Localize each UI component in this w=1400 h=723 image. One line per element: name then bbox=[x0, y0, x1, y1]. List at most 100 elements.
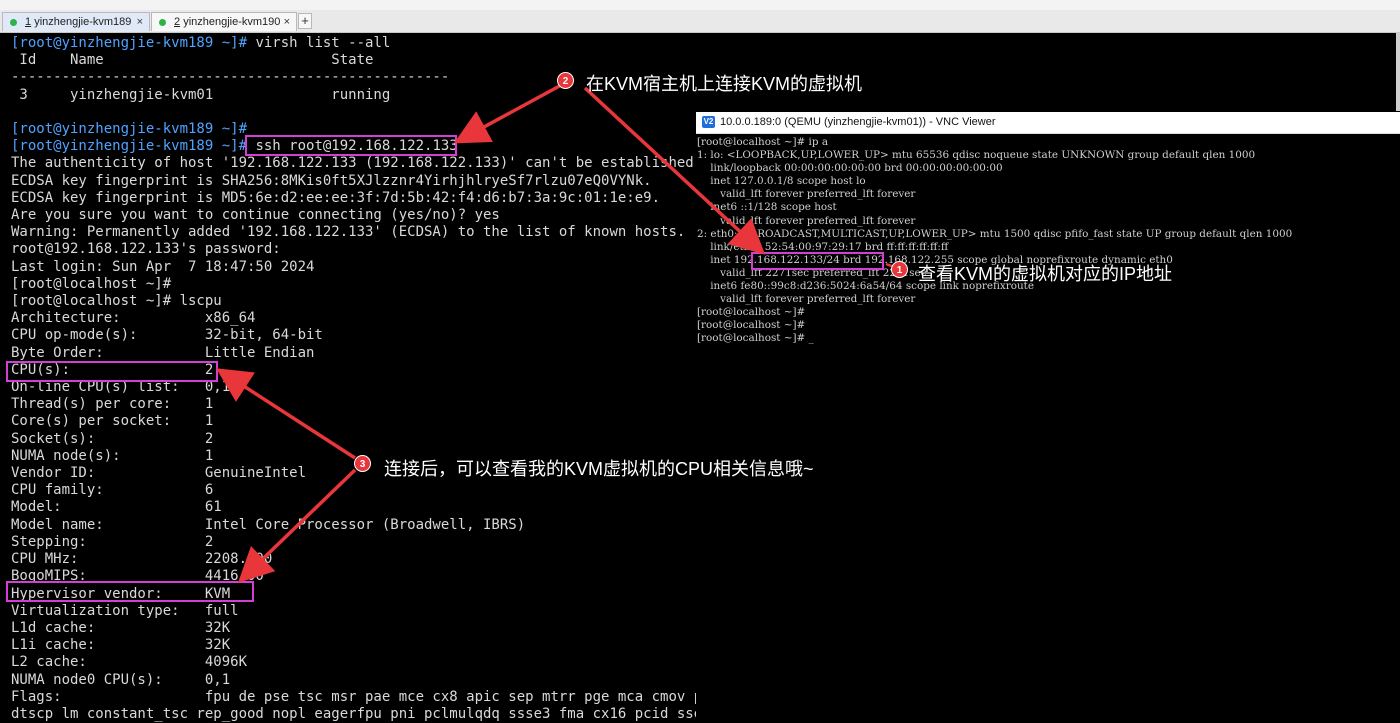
terminal-line: ECDSA key fingerprint is SHA256:8MKis0ft… bbox=[11, 173, 719, 190]
close-icon[interactable]: × bbox=[284, 13, 290, 31]
vnc-console-line: [root@localhost ~]# bbox=[697, 306, 806, 319]
line-text: [root@localhost ~]# lscpu bbox=[11, 293, 222, 310]
highlight-hypervisor-vendor bbox=[6, 581, 254, 602]
terminal-line: root@192.168.122.133's password: bbox=[11, 241, 719, 258]
note-cpu-info: 连接后，可以查看我的KVM虚拟机的CPU相关信息哦~ bbox=[384, 459, 814, 479]
line-text: dtscp lm constant_tsc rep_good nopl eage… bbox=[11, 705, 711, 722]
vnc-console-line: valid_lft forever preferred_lft forever bbox=[697, 293, 916, 306]
vnc-title: 10.0.0.189:0 (QEMU (yinzhengjie-kvm01)) … bbox=[720, 116, 996, 128]
add-tab-button[interactable]: + bbox=[298, 13, 312, 29]
line-text: root@192.168.122.133's password: bbox=[11, 241, 281, 258]
line-text: NUMA node0 CPU(s): 0,1 bbox=[11, 671, 231, 688]
line-text: ECDSA key fingerprint is MD5:6e:d2:ee:ee… bbox=[11, 189, 661, 206]
line-text: L1i cache: 32K bbox=[11, 637, 231, 654]
terminal-line: NUMA node0 CPU(s): 0,1 bbox=[11, 672, 719, 689]
line-text: Flags: fpu de pse tsc msr pae mce cx8 ap… bbox=[11, 688, 720, 705]
vnc-console-line: [root@localhost ~]# bbox=[697, 319, 806, 332]
vnc-console-line: [root@localhost ~]# ip a bbox=[697, 136, 829, 148]
line-text: virsh list --all bbox=[247, 35, 391, 51]
close-icon[interactable]: × bbox=[137, 13, 143, 31]
tab-label: yinzhengjie-kvm190 bbox=[183, 16, 281, 28]
tab-kvm189[interactable]: 1 yinzhengjie-kvm189 × bbox=[2, 12, 150, 31]
badge-2: 2 bbox=[557, 72, 574, 89]
terminal-line: Model name: Intel Core Processor (Broadw… bbox=[11, 517, 719, 534]
line-text: 3 yinzhengjie-kvm01 running bbox=[11, 86, 391, 103]
terminal-line: [root@localhost ~]# bbox=[11, 276, 719, 293]
line-text: Stepping: 2 bbox=[11, 533, 214, 550]
vnc-console-line: link/loopback 00:00:00:00:00:00 brd 00:0… bbox=[697, 162, 1003, 175]
line-text: CPU MHz: 2208.000 bbox=[11, 551, 273, 568]
line-text: CPU family: 6 bbox=[11, 482, 214, 499]
vnc-console-line: valid_lft forever preferred_lft forever bbox=[697, 188, 916, 201]
line-text: L1d cache: 32K bbox=[11, 619, 231, 636]
tab-number: 1 bbox=[25, 16, 32, 28]
terminal-line: Core(s) per socket: 1 bbox=[11, 413, 719, 430]
connected-status-icon bbox=[10, 19, 17, 26]
terminal-line: Model: 61 bbox=[11, 499, 719, 516]
terminal-line: Socket(s): 2 bbox=[11, 431, 719, 448]
line-text: NUMA node(s): 1 bbox=[11, 447, 214, 464]
terminal-line: Flags: fpu de pse tsc msr pae mce cx8 ap… bbox=[11, 689, 719, 706]
terminal-line: Stepping: 2 bbox=[11, 534, 719, 551]
terminal-line: [root@localhost ~]# lscpu bbox=[11, 293, 719, 310]
terminal-line: CPU op-mode(s): 32-bit, 64-bit bbox=[11, 327, 719, 344]
highlight-cpu-count bbox=[6, 361, 218, 382]
window-top-strip bbox=[0, 0, 1400, 10]
shell-prompt: [root@yinzhengjie-kvm189 ~]# bbox=[11, 138, 248, 155]
vnc-viewer-window[interactable]: V2 10.0.0.189:0 (QEMU (yinzhengjie-kvm01… bbox=[696, 112, 1400, 721]
badge-3: 3 bbox=[354, 455, 371, 472]
terminal-scrollbar[interactable] bbox=[1396, 33, 1400, 111]
line-text: Model name: Intel Core Processor (Broadw… bbox=[11, 516, 526, 533]
line-text: Byte Order: Little Endian bbox=[11, 344, 315, 361]
connected-status-icon bbox=[159, 19, 166, 26]
line-text: Thread(s) per core: 1 bbox=[11, 396, 214, 413]
terminal-line: L1d cache: 32K bbox=[11, 620, 719, 637]
vnc-console-line: 1: lo: <LOOPBACK,UP,LOWER_UP> mtu 65536 … bbox=[697, 149, 1256, 162]
terminal-line: dtscp lm constant_tsc rep_good nopl eage… bbox=[11, 706, 719, 723]
line-text: Id Name State bbox=[11, 52, 374, 69]
vnc-console-line: 2: eth0: <BROADCAST,MULTICAST,UP,LOWER_U… bbox=[697, 227, 1293, 240]
terminal-line: Architecture: x86_64 bbox=[11, 310, 719, 327]
vnc-title-bar[interactable]: V2 10.0.0.189:0 (QEMU (yinzhengjie-kvm01… bbox=[696, 112, 1400, 134]
line-text: Architecture: x86_64 bbox=[11, 310, 256, 327]
terminal-line: L2 cache: 4096K bbox=[11, 654, 719, 671]
badge-1: 1 bbox=[891, 261, 908, 278]
vnc-console-line: inet6 ::1/128 scope host bbox=[697, 201, 837, 214]
vnc-console-line: [root@localhost ~]# _ bbox=[697, 332, 814, 345]
terminal-line: Byte Order: Little Endian bbox=[11, 345, 719, 362]
highlight-ssh-command bbox=[245, 135, 457, 156]
line-text: Vendor ID: GenuineIntel bbox=[11, 465, 307, 482]
note-vm-ip: 查看KVM的虚拟机对应的IP地址 bbox=[918, 264, 1173, 284]
line-text: The authenticity of host '192.168.122.13… bbox=[11, 155, 703, 172]
tab-kvm190[interactable]: 2 yinzhengjie-kvm190 × bbox=[151, 12, 297, 31]
line-text: ----------------------------------------… bbox=[11, 69, 450, 86]
terminal-line: Last login: Sun Apr 7 18:47:50 2024 bbox=[11, 259, 719, 276]
terminal-line: L1i cache: 32K bbox=[11, 637, 719, 654]
tab-label: yinzhengjie-kvm189 bbox=[34, 16, 132, 28]
tab-number: 2 bbox=[174, 16, 181, 28]
line-text: Last login: Sun Apr 7 18:47:50 2024 bbox=[11, 258, 315, 275]
terminal-line: CPU MHz: 2208.000 bbox=[11, 551, 719, 568]
line-text: Warning: Permanently added '192.168.122.… bbox=[11, 224, 686, 241]
vnc-console-output: [root@localhost ~]# ip a 1: lo: <LOOPBACK… bbox=[697, 136, 1292, 346]
vnc-app-icon: V2 bbox=[702, 116, 715, 128]
line-text: CPU op-mode(s): 32-bit, 64-bit bbox=[11, 327, 323, 344]
line-text: Are you sure you want to continue connec… bbox=[11, 207, 500, 224]
shell-prompt: [root@yinzhengjie-kvm189 ~]# bbox=[11, 121, 248, 138]
vnc-console-line: inet 127.0.0.1/8 scope host lo bbox=[697, 175, 866, 188]
note-connect-vm: 在KVM宿主机上连接KVM的虚拟机 bbox=[586, 74, 863, 94]
line-text: L2 cache: 4096K bbox=[11, 654, 248, 671]
line-text: ECDSA key fingerprint is SHA256:8MKis0ft… bbox=[11, 172, 652, 189]
terminal-line: ECDSA key fingerprint is MD5:6e:d2:ee:ee… bbox=[11, 190, 719, 207]
terminal-line: [root@yinzhengjie-kvm189 ~]# virsh list … bbox=[11, 35, 719, 52]
line-text: Model: 61 bbox=[11, 499, 222, 516]
terminal-line: CPU family: 6 bbox=[11, 482, 719, 499]
line-text: [root@localhost ~]# bbox=[11, 275, 172, 292]
line-text: Virtualization type: full bbox=[11, 602, 239, 619]
line-text: Core(s) per socket: 1 bbox=[11, 413, 214, 430]
shell-prompt: [root@yinzhengjie-kvm189 ~]# bbox=[11, 35, 248, 51]
terminal-line: Virtualization type: full bbox=[11, 603, 719, 620]
terminal-line: Are you sure you want to continue connec… bbox=[11, 207, 719, 224]
highlight-ip-address bbox=[751, 252, 884, 270]
